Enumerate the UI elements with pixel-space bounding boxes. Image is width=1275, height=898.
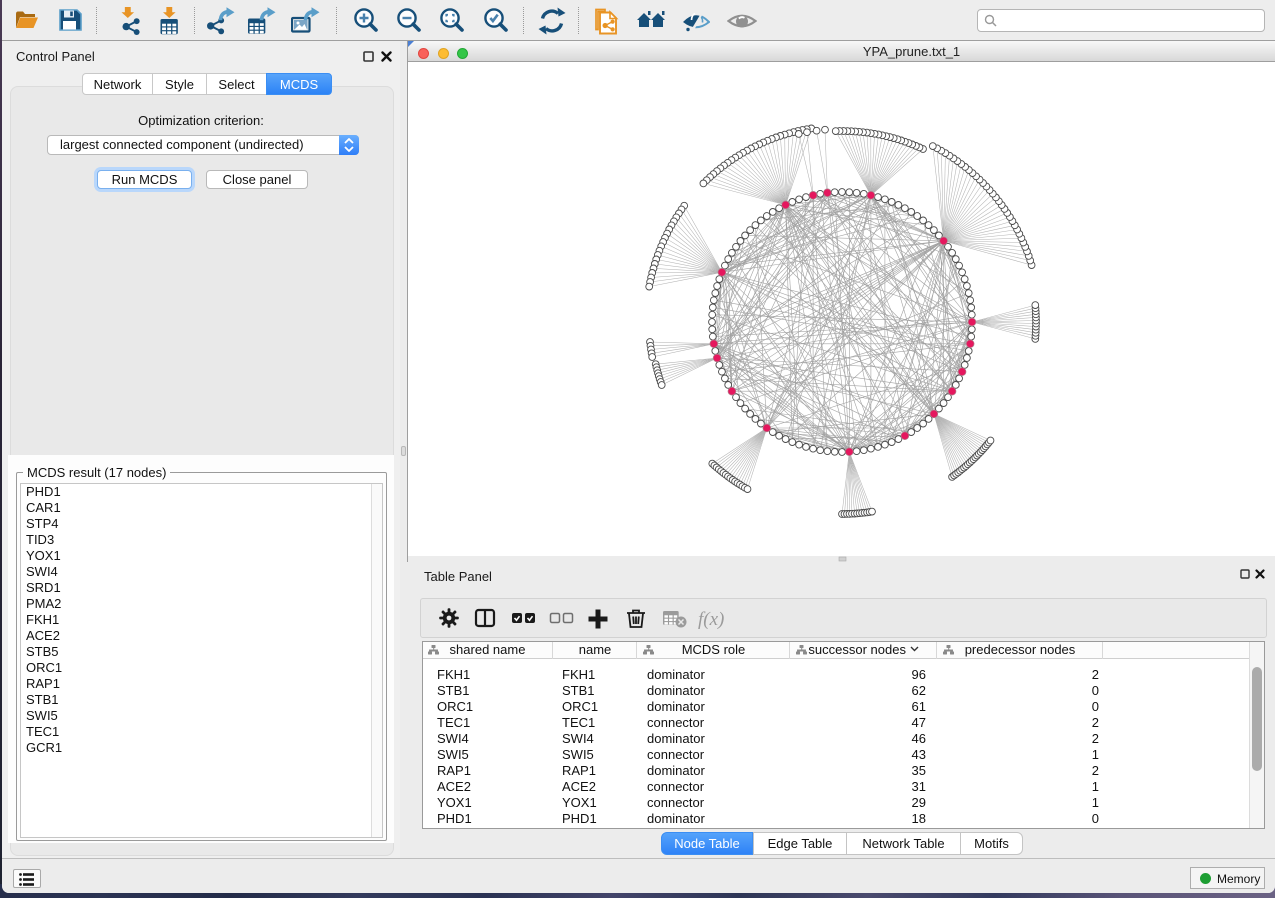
svg-text:f(x): f(x)	[698, 609, 724, 630]
